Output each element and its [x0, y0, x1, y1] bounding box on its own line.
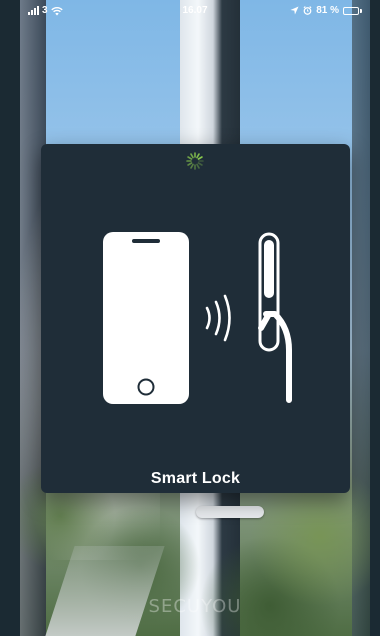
modal-title: Smart Lock	[150, 470, 241, 487]
loading-spinner-icon	[186, 152, 204, 170]
smartphone-icon	[103, 232, 189, 404]
battery-percent: 81 %	[316, 5, 339, 16]
alarm-icon	[303, 6, 312, 15]
window-handle-photo	[196, 506, 264, 518]
connection-illustration	[103, 232, 292, 404]
battery-icon	[343, 6, 362, 15]
status-bar: 3 16.07 81 %	[20, 0, 370, 20]
location-arrow-icon	[290, 6, 299, 15]
brand-logo: SECUYOU	[148, 596, 242, 617]
smart-lock-modal: Smart Lock	[41, 144, 350, 493]
wireless-signal-icon	[205, 294, 231, 342]
window-handle-icon	[258, 232, 292, 403]
app-screen: 3 16.07 81 % Smart Lock SECUYOU	[20, 0, 370, 636]
